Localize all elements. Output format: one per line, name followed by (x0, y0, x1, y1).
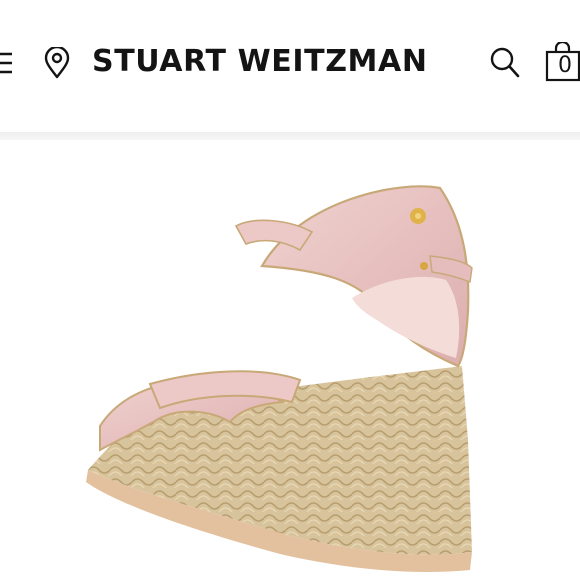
bag-count: 0 (558, 53, 572, 78)
header-divider (0, 132, 580, 140)
buckle (420, 262, 428, 270)
location-pin-icon[interactable] (44, 47, 70, 79)
gold-charm (410, 208, 426, 224)
search-icon[interactable] (490, 47, 520, 79)
shopping-bag-button[interactable]: 0 (545, 42, 580, 82)
site-header: STUART WEITZMAN 0 (0, 0, 580, 132)
brand-logo[interactable]: STUART WEITZMAN (92, 44, 462, 80)
product-image[interactable] (0, 140, 580, 579)
menu-icon[interactable] (0, 50, 14, 76)
product-image-area (0, 140, 580, 579)
